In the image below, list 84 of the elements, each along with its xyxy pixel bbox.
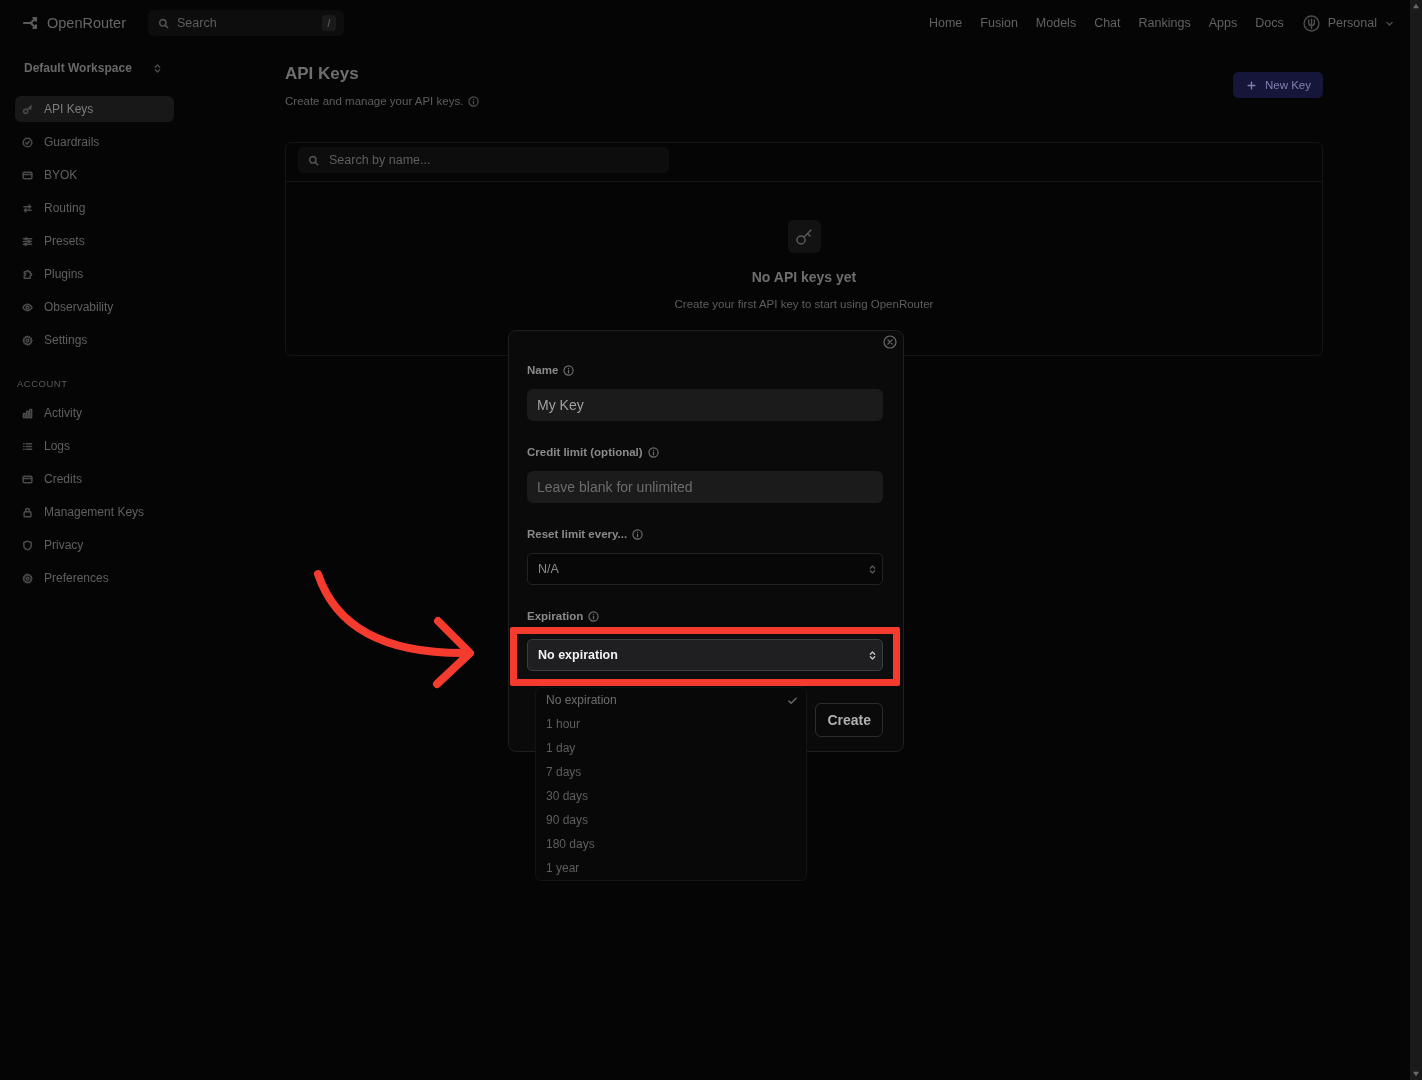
search-input[interactable]: Search [177, 15, 314, 31]
sidebar-item[interactable]: Settings [15, 327, 174, 353]
settings-icon [22, 334, 33, 346]
up-down-chevron-icon [869, 563, 876, 575]
dropdown-option[interactable]: 90 days [536, 808, 806, 832]
puzzle-icon [22, 268, 33, 280]
select-field[interactable]: No expiration [527, 639, 883, 671]
info-icon[interactable] [468, 95, 480, 107]
section-heading: ACCOUNT [17, 378, 69, 390]
sidebar-item[interactable]: Activity [15, 400, 174, 426]
avatar-icon [1302, 14, 1320, 32]
sidebar-item[interactable]: Presets [15, 228, 174, 254]
field-label: Credit limit (optional) [527, 445, 643, 459]
sidebar-item[interactable]: API Keys [15, 96, 174, 122]
settings-icon [22, 572, 33, 584]
page-subtitle: Create and manage your API keys. [285, 94, 464, 109]
text-field[interactable]: Leave blank for unlimited [527, 471, 883, 503]
logo-icon [22, 15, 38, 31]
nav-link[interactable]: Chat [1094, 16, 1121, 30]
scrollbar[interactable] [1410, 0, 1422, 1080]
key-icon [787, 220, 821, 253]
dropdown-option[interactable]: 30 days [536, 784, 806, 808]
sidebar-item[interactable]: Privacy [15, 532, 174, 558]
nav-link[interactable]: Fusion [980, 16, 1018, 30]
account-menu[interactable]: Personal [1302, 14, 1394, 32]
search-icon [158, 17, 169, 29]
workspace-selector[interactable]: Default Workspace [15, 55, 167, 81]
search-field[interactable]: Search / [148, 10, 344, 36]
dropdown-option[interactable]: 1 hour [536, 712, 806, 736]
empty-state-title: No API keys yet [751, 268, 857, 286]
field-label: Reset limit every... [527, 527, 628, 541]
swap-arrows-icon [22, 202, 33, 214]
sidebar-item[interactable]: Routing [15, 195, 174, 221]
close-icon[interactable] [883, 335, 897, 349]
key-icon [22, 103, 33, 115]
nav-link[interactable]: Home [928, 16, 963, 30]
brand-link[interactable]: OpenRouter [22, 15, 126, 31]
lock-icon [22, 506, 33, 518]
eye-icon [22, 301, 33, 313]
nav-link[interactable]: Models [1035, 16, 1077, 30]
page-title: API Keys [285, 63, 360, 85]
sidebar-item[interactable]: Guardrails [15, 129, 174, 155]
sidebar-item[interactable]: Credits [15, 466, 174, 492]
info-icon[interactable] [563, 364, 575, 376]
dropdown-option[interactable]: 1 day [536, 736, 806, 760]
info-icon[interactable] [632, 528, 644, 540]
up-down-chevron-icon [869, 649, 876, 661]
shield-icon [22, 539, 33, 551]
info-icon[interactable] [647, 446, 659, 458]
list-icon [22, 440, 33, 452]
bar-chart-icon [22, 407, 33, 419]
empty-state-text: Create your first API key to start using OpenRouter [674, 297, 934, 312]
card-icon [22, 169, 33, 181]
dropdown-option[interactable]: 180 days [536, 832, 806, 856]
search-input[interactable]: Search by name... [329, 152, 669, 168]
sidebar-item[interactable]: Plugins [15, 261, 174, 287]
dropdown-option[interactable]: No expiration [536, 688, 806, 712]
sidebar-item[interactable]: Observability [15, 294, 174, 320]
field-label: Expiration [527, 609, 584, 623]
scroll-up-icon[interactable] [1412, 3, 1420, 9]
sidebar-item[interactable]: Preferences [15, 565, 174, 591]
field-label: Name [527, 363, 559, 377]
nav-link[interactable]: Docs [1255, 16, 1284, 30]
search-icon [308, 154, 319, 166]
nav-link[interactable]: Rankings [1138, 16, 1191, 30]
plus-icon [1246, 80, 1256, 90]
card-icon [22, 473, 33, 485]
text-field[interactable]: My Key [527, 389, 883, 421]
sidebar-item[interactable]: Logs [15, 433, 174, 459]
new-key-button[interactable]: New Key [1232, 72, 1323, 98]
select-field[interactable]: N/A [527, 553, 883, 585]
sidebar-item[interactable]: BYOK [15, 162, 174, 188]
sidebar-item[interactable]: Management Keys [15, 499, 174, 525]
dropdown-option[interactable]: 7 days [536, 760, 806, 784]
up-down-chevron-icon [154, 62, 161, 74]
info-icon[interactable] [588, 610, 600, 622]
dropdown-option[interactable]: 1 year [536, 856, 806, 880]
nav-link[interactable]: Apps [1208, 16, 1238, 30]
sliders-icon [22, 235, 33, 247]
shortcut-key: / [322, 15, 336, 31]
create-button[interactable]: Create [815, 703, 883, 737]
scroll-down-icon[interactable] [1412, 1071, 1420, 1077]
check-circle-icon [22, 136, 33, 148]
search-field[interactable]: Search by name... [298, 147, 669, 173]
